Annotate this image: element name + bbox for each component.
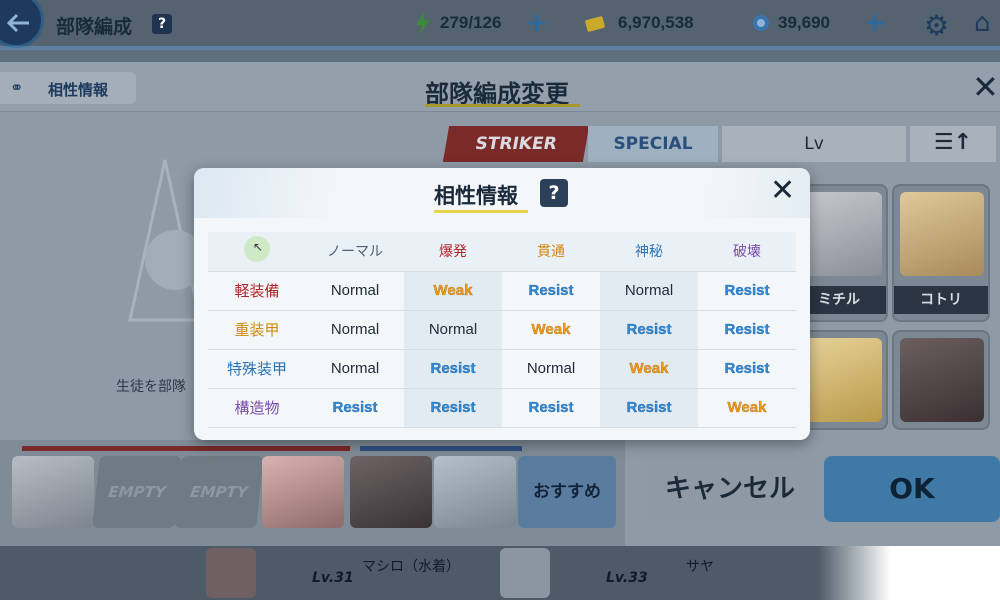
row-header: 構造物 bbox=[208, 388, 306, 428]
striker-slots-indicator bbox=[22, 446, 350, 451]
credits-value: 6,970,538 bbox=[618, 13, 694, 32]
row-header: 特殊装甲 bbox=[208, 349, 306, 389]
title-underline bbox=[425, 104, 580, 107]
affinity-cell: Normal bbox=[306, 310, 404, 350]
title-underline bbox=[434, 210, 528, 213]
affinity-cell: Resist bbox=[404, 388, 502, 428]
formation-slot-empty[interactable]: EMPTY bbox=[92, 456, 182, 528]
link-icon: ⚭ bbox=[10, 78, 24, 97]
ap-icon bbox=[416, 12, 430, 34]
pyroxene-add-button[interactable]: + bbox=[864, 8, 886, 38]
pyroxene-icon bbox=[753, 15, 769, 31]
affinity-cell: Weak bbox=[502, 310, 600, 350]
special-slots-indicator bbox=[360, 446, 522, 451]
affinity-cell: Resist bbox=[698, 349, 796, 389]
column-header: 爆発 bbox=[404, 232, 502, 272]
affinity-cell: Normal bbox=[306, 349, 404, 389]
formation-slot[interactable] bbox=[262, 456, 344, 528]
gear-icon[interactable]: ⚙ bbox=[924, 9, 949, 42]
affinity-cell: Normal bbox=[404, 310, 502, 350]
back-arrow-icon bbox=[7, 13, 29, 33]
formation-slot[interactable] bbox=[350, 456, 432, 528]
student-card[interactable]: コトリ bbox=[892, 184, 990, 322]
affinity-cell: Resist bbox=[698, 310, 796, 350]
affinity-info-label: 相性情報 bbox=[48, 81, 109, 99]
student-card[interactable] bbox=[892, 330, 990, 430]
affinity-cell: Weak bbox=[404, 271, 502, 311]
affinity-cell: Resist bbox=[502, 271, 600, 311]
table-header-row: ↖ ノーマル 爆発 貫通 神秘 破壊 bbox=[208, 232, 796, 272]
affinity-modal: 相性情報 ? ✕ ↖ ノーマル 爆発 貫通 神秘 破壊 軽装備 Normal W… bbox=[194, 168, 810, 440]
cursor-icon: ↖ bbox=[244, 236, 270, 263]
affinity-table: ↖ ノーマル 爆発 貫通 神秘 破壊 軽装備 Normal Weak Resis… bbox=[208, 232, 796, 428]
help-icon[interactable]: ? bbox=[540, 179, 568, 207]
student-portrait bbox=[206, 548, 256, 598]
affinity-cell: Normal bbox=[306, 271, 404, 311]
column-header: 神秘 bbox=[600, 232, 698, 272]
student-level: Lv.33 bbox=[606, 570, 648, 586]
cancel-button[interactable]: キャンセル bbox=[642, 456, 818, 522]
student-portrait bbox=[500, 548, 550, 598]
student-level: Lv.31 bbox=[312, 570, 354, 586]
column-header: 貫通 bbox=[502, 232, 600, 272]
affinity-cell: Resist bbox=[502, 388, 600, 428]
corner-cell: ↖ bbox=[208, 232, 306, 272]
affinity-cell: Resist bbox=[306, 388, 404, 428]
page-title: 部隊編成 bbox=[56, 16, 133, 38]
row-header: 重装甲 bbox=[208, 310, 306, 350]
edge-fade bbox=[818, 546, 1000, 600]
column-header: ノーマル bbox=[306, 232, 404, 272]
row-header: 軽装備 bbox=[208, 271, 306, 311]
affinity-cell: Resist bbox=[698, 271, 796, 311]
affinity-cell: Weak bbox=[600, 349, 698, 389]
table-row: 重装甲 Normal Normal Weak Resist Resist bbox=[208, 310, 796, 350]
panel-close-icon[interactable]: ✕ bbox=[972, 68, 999, 106]
help-button[interactable]: ? bbox=[152, 14, 172, 34]
affinity-cell: Weak bbox=[698, 388, 796, 428]
affinity-cell: Normal bbox=[502, 349, 600, 389]
hint-text: 生徒を部隊 bbox=[116, 379, 186, 395]
student-portrait bbox=[798, 192, 882, 276]
ap-add-button[interactable]: + bbox=[526, 8, 548, 38]
table-row: 特殊装甲 Normal Resist Normal Weak Resist bbox=[208, 349, 796, 389]
affinity-cell: Resist bbox=[600, 388, 698, 428]
student-name: コトリ bbox=[894, 286, 988, 314]
table-row: 構造物 Resist Resist Resist Resist Weak bbox=[208, 388, 796, 428]
recommend-button[interactable]: おすすめ bbox=[518, 456, 616, 528]
table-row: 軽装備 Normal Weak Resist Normal Resist bbox=[208, 271, 796, 311]
affinity-cell: Resist bbox=[404, 349, 502, 389]
student-name: サヤ bbox=[686, 559, 714, 575]
modal-title: 相性情報 bbox=[434, 184, 518, 208]
affinity-cell: Resist bbox=[600, 310, 698, 350]
sort-direction-button[interactable]: ☰↑ bbox=[910, 126, 996, 162]
close-icon[interactable]: ✕ bbox=[770, 176, 795, 206]
home-icon[interactable]: ⌂ bbox=[974, 8, 991, 38]
affinity-cell: Normal bbox=[600, 271, 698, 311]
column-header: 破壊 bbox=[698, 232, 796, 272]
ap-value: 279/126 bbox=[440, 13, 502, 32]
pyroxene-value: 39,690 bbox=[778, 13, 830, 32]
formation-slot-empty[interactable]: EMPTY bbox=[174, 456, 264, 528]
tab-special[interactable]: SPECIAL bbox=[588, 126, 718, 162]
sort-select[interactable]: Lv bbox=[722, 126, 906, 162]
ok-button[interactable]: OK bbox=[824, 456, 1000, 522]
credit-icon bbox=[585, 16, 605, 32]
formation-slot[interactable] bbox=[434, 456, 516, 528]
student-name: マシロ（水着） bbox=[362, 559, 460, 575]
student-portrait bbox=[900, 338, 984, 422]
formation-slot[interactable] bbox=[12, 456, 94, 528]
student-portrait bbox=[798, 338, 882, 422]
student-portrait bbox=[900, 192, 984, 276]
affinity-info-button[interactable]: ⚭ 相性情報 bbox=[0, 72, 136, 104]
divider bbox=[0, 46, 1000, 50]
tab-striker[interactable]: STRIKER bbox=[442, 126, 590, 162]
